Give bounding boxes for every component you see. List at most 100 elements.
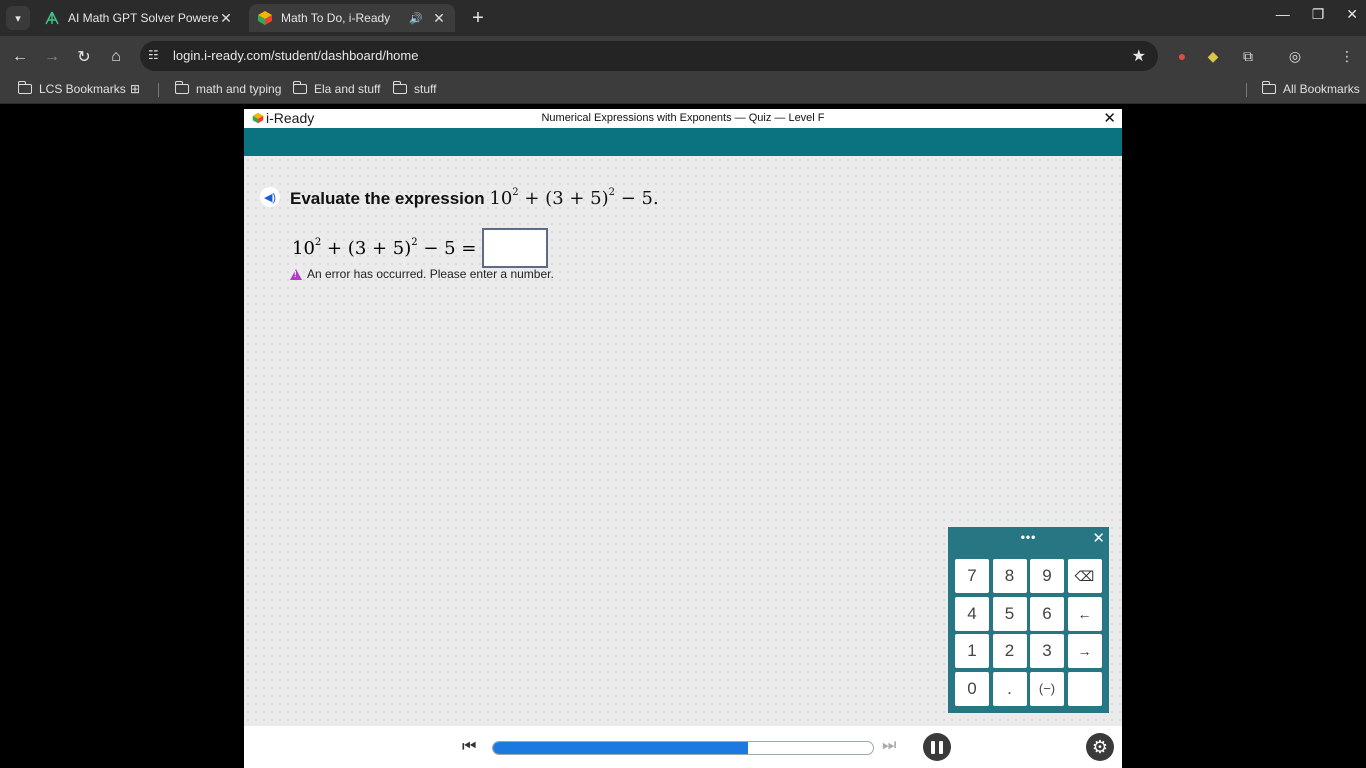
lesson-footer: ⏮ ⏭ ⚙: [244, 726, 1122, 768]
tab-title: Math To Do, i-Ready: [281, 11, 391, 25]
close-tab-icon[interactable]: ✕: [431, 10, 447, 27]
keypad-header[interactable]: ••• ✕: [948, 527, 1109, 551]
lesson-header: i-Ready Numerical Expressions with Expon…: [244, 109, 1122, 128]
eq-exponent: 2: [411, 236, 418, 248]
bookmark-label: LCS Bookmarks: [39, 82, 126, 96]
url-text[interactable]: login.i-ready.com/student/dashboard/home: [173, 48, 418, 63]
prompt-expression: 102 + (3 + 5)2 − 5.: [489, 187, 658, 209]
keypad-close-icon[interactable]: ✕: [1092, 529, 1105, 547]
question-prompt: Evaluate the expression 102 + (3 + 5)2 −…: [290, 187, 659, 209]
restore-icon[interactable]: ❐: [1312, 6, 1325, 23]
expr-exponent: 2: [608, 187, 616, 198]
profile-icon[interactable]: ◎: [1285, 46, 1305, 66]
reload-icon[interactable]: ↻: [72, 45, 96, 69]
iready-lesson-frame: i-Ready Numerical Expressions with Expon…: [244, 109, 1122, 768]
forward-icon[interactable]: →: [40, 45, 64, 69]
progress-fill: [493, 742, 748, 754]
error-message: An error has occurred. Please enter a nu…: [290, 267, 554, 281]
site-info-icon[interactable]: ☷: [148, 48, 164, 64]
folder-icon: [392, 81, 407, 94]
back-icon[interactable]: ←: [8, 45, 32, 69]
question-area: ◀) Evaluate the expression 102 + (3 + 5)…: [244, 156, 1122, 726]
ai-math-favicon-icon: [45, 11, 59, 25]
eq-tail: − 5 =: [417, 237, 477, 259]
key-4[interactable]: 4: [955, 596, 989, 631]
key-2[interactable]: 2: [992, 634, 1027, 668]
number-keypad: ••• ✕ 7 8 9 ⌫ 4 5 6 ← 1 2 3 → 0 . (−): [948, 527, 1109, 713]
key-1[interactable]: 1: [955, 634, 989, 668]
key-blank[interactable]: [1067, 671, 1102, 706]
answer-input[interactable]: [482, 228, 549, 268]
warning-icon: [290, 268, 302, 280]
bookmark-separator: [1246, 83, 1247, 97]
extension-red-icon[interactable]: ●: [1172, 46, 1192, 66]
close-window-icon[interactable]: ✕: [1346, 6, 1358, 23]
bookmark-stuff[interactable]: stuff: [392, 81, 437, 96]
bookmark-lcs[interactable]: LCS Bookmarks: [17, 81, 126, 96]
expr-middle: + (3 + 5): [518, 188, 609, 209]
extensions-puzzle-icon[interactable]: ⧉: [1238, 46, 1258, 66]
tab-math-to-do[interactable]: Math To Do, i-Ready 🔊 ✕: [249, 4, 455, 32]
lesson-title: Numerical Expressions with Exponents — Q…: [541, 112, 825, 124]
bookmark-label: stuff: [414, 82, 437, 96]
bookmark-label: Ela and stuff: [314, 82, 381, 96]
skip-forward-icon[interactable]: ⏭: [882, 737, 896, 755]
equation-expression: 102 + (3 + 5)2 − 5 =: [292, 236, 477, 259]
tab-search-button[interactable]: ▾: [6, 6, 30, 30]
eq-base: 10: [292, 237, 315, 259]
lesson-progress-bar: [492, 741, 874, 755]
window-controls: — ❐ ✕: [1276, 6, 1358, 23]
eq-middle: + (3 + 5): [321, 237, 412, 259]
skip-back-icon[interactable]: ⏮: [462, 737, 482, 757]
address-bar[interactable]: ☷ login.i-ready.com/student/dashboard/ho…: [140, 41, 1158, 71]
home-icon[interactable]: ⌂: [104, 45, 128, 69]
key-3[interactable]: 3: [1030, 634, 1064, 668]
key-9[interactable]: 9: [1030, 559, 1064, 593]
all-bookmarks[interactable]: All Bookmarks: [1261, 81, 1360, 96]
keypad-drag-handle[interactable]: •••: [948, 530, 1109, 544]
close-lesson-icon[interactable]: ✕: [1103, 109, 1116, 127]
folder-icon: [174, 81, 189, 94]
pause-button[interactable]: [923, 733, 951, 761]
pause-bar: [939, 740, 943, 754]
browser-toolbar: ← → ↻ ⌂ ☷ login.i-ready.com/student/dash…: [0, 36, 1366, 76]
key-6[interactable]: 6: [1030, 596, 1064, 631]
gear-icon[interactable]: ⚙: [1086, 733, 1114, 761]
keypad-keys: 7 8 9 ⌫ 4 5 6 ← 1 2 3 → 0 . (−): [955, 559, 1102, 706]
arrow-right-icon[interactable]: →: [1067, 634, 1102, 668]
error-text: An error has occurred. Please enter a nu…: [307, 267, 554, 281]
close-tab-icon[interactable]: ✕: [218, 10, 234, 27]
bookmark-star-icon[interactable]: ★: [1132, 46, 1146, 66]
arrow-left-icon[interactable]: ←: [1067, 596, 1102, 631]
bookmark-math-and-typing[interactable]: math and typing: [174, 81, 282, 96]
new-tab-button[interactable]: +: [466, 6, 490, 30]
bookmark-label: math and typing: [196, 82, 282, 96]
browser-menu-icon[interactable]: ⋮: [1337, 46, 1357, 66]
key-7[interactable]: 7: [955, 559, 989, 593]
bookmarks-bar: LCS Bookmarks ⊞ math and typing Ela and …: [0, 76, 1366, 104]
expr-tail: − 5: [615, 188, 654, 209]
prompt-label: Evaluate the expression: [290, 189, 485, 208]
eq-exponent: 2: [314, 236, 322, 248]
equation-row: 102 + (3 + 5)2 − 5 =: [292, 228, 549, 268]
key-0[interactable]: 0: [955, 671, 989, 706]
iready-cube-favicon-icon: [258, 11, 272, 25]
key-8[interactable]: 8: [992, 559, 1027, 593]
folder-icon: [1261, 81, 1276, 94]
folder-icon: [292, 81, 307, 94]
tab-ai-math[interactable]: AI Math GPT Solver Powered b ✕: [36, 4, 242, 32]
folder-icon: [17, 81, 32, 94]
minimize-icon[interactable]: —: [1276, 6, 1290, 23]
tab-strip: ▾ AI Math GPT Solver Powered b ✕ Math To…: [0, 0, 1366, 36]
bookmark-ela-and-stuff[interactable]: Ela and stuff: [292, 81, 381, 96]
backspace-icon[interactable]: ⌫: [1067, 559, 1102, 593]
apps-grid-icon[interactable]: ⊞: [130, 82, 140, 96]
audio-playing-icon[interactable]: 🔊: [409, 12, 425, 25]
pause-bar: [931, 740, 935, 754]
key-decimal[interactable]: .: [992, 671, 1027, 706]
speaker-icon[interactable]: ◀): [260, 187, 280, 207]
expr-exponent: 2: [512, 187, 519, 198]
extension-yellow-icon[interactable]: ◆: [1203, 46, 1223, 66]
key-5[interactable]: 5: [992, 596, 1027, 631]
key-negative[interactable]: (−): [1030, 671, 1064, 706]
